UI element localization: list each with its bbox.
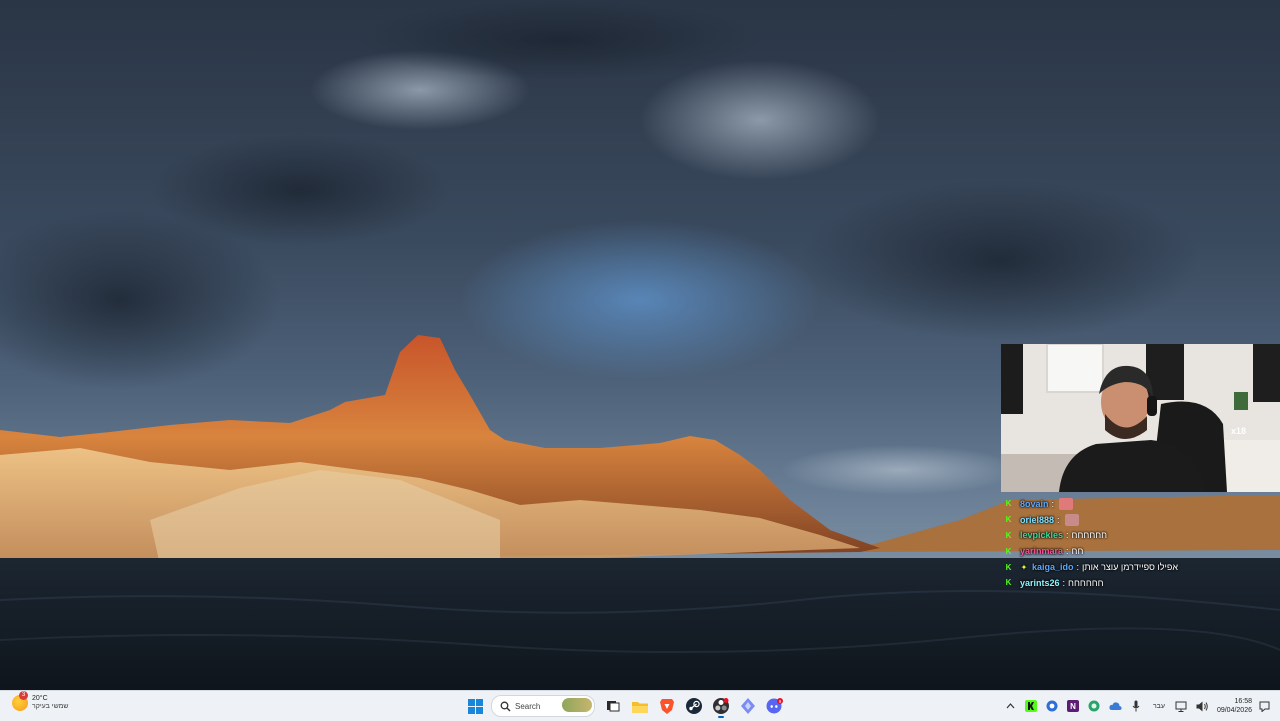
chat-username: yarinmara	[1020, 546, 1064, 557]
steam-icon	[685, 698, 702, 714]
weather-condition: שמשי בעיקר	[32, 703, 69, 710]
chat-message: K ✦ kaiga_ido : אפילו ספיידרמן עוצר אותן	[1003, 559, 1280, 575]
network-icon[interactable]	[1173, 698, 1189, 714]
shield-icon[interactable]	[1044, 698, 1060, 714]
clock-date: 09/04/2026	[1216, 707, 1252, 714]
search-icon	[499, 700, 511, 712]
svg-text:N: N	[1071, 702, 1077, 711]
chat-message: K yarinmara : חח	[1003, 543, 1280, 559]
chat-message: K 8ovain :	[1003, 496, 1280, 512]
chat-separator: :	[1076, 562, 1080, 573]
taskbar-app-brave[interactable]	[654, 694, 680, 718]
chat-text: אפילו ספיידרמן עוצר אותן	[1082, 562, 1178, 573]
notification-bell-icon[interactable]	[1258, 700, 1270, 712]
system-tray: N עבר 16:58 09/04/2026	[1000, 694, 1270, 718]
weather-text: 20°C שמשי בעיקר	[32, 695, 69, 711]
weather-badge: 3	[19, 691, 28, 700]
start-button[interactable]	[463, 694, 489, 718]
nvidia-icon[interactable]	[1086, 698, 1102, 714]
webcam-overlay: x18	[1001, 344, 1280, 492]
task-view-button[interactable]	[600, 694, 626, 718]
chat-separator: :	[1057, 514, 1060, 525]
search-highlight-image	[562, 698, 592, 712]
taskbar-app-file-explorer[interactable]	[627, 694, 653, 718]
emote-icon	[1059, 497, 1074, 510]
taskbar-app-obs[interactable]	[708, 694, 734, 718]
webcam-badge-text: x18	[1231, 426, 1246, 436]
clock[interactable]: 16:58 09/04/2026	[1217, 697, 1252, 715]
chat-username: 8ovain	[1020, 498, 1049, 509]
chat-username: levpickles	[1020, 530, 1064, 541]
search-box[interactable]: Search	[491, 695, 595, 717]
speaker-icon[interactable]	[1194, 698, 1210, 714]
kick-tray-icon[interactable]	[1023, 698, 1039, 714]
kick-badge-icon: K	[1005, 578, 1012, 588]
chat-text: חחחחחח	[1071, 530, 1108, 541]
obs-studio-icon	[712, 698, 729, 714]
kick-badge-icon: K	[1005, 562, 1012, 572]
sun-icon: 3	[12, 691, 28, 711]
chat-username: oriel888	[1020, 514, 1055, 525]
language-indicator[interactable]: עבר	[1153, 703, 1165, 710]
emote-icon	[1064, 513, 1079, 526]
brave-browser-icon	[659, 699, 674, 714]
chat-text: חחחחחח	[1068, 577, 1104, 588]
taskbar-app-discord[interactable]: 9	[762, 694, 788, 718]
search-placeholder: Search	[515, 701, 541, 711]
chat-username: kaiga_ido	[1032, 562, 1074, 573]
weather-temp: 20°C	[32, 695, 48, 702]
chat-text: חח	[1071, 546, 1084, 557]
chat-separator: :	[1051, 498, 1055, 509]
microphone-icon[interactable]	[1128, 698, 1144, 714]
taskbar: 3 20°C שמשי בעיקר Search 9 N עבר 16:58 0…	[0, 690, 1280, 721]
kick-badge-icon: K	[1005, 546, 1012, 556]
chat-username: yarints26	[1020, 577, 1060, 588]
chat-overlay: K 8ovain : K oriel888 : K levpickles : ח…	[1003, 496, 1280, 591]
taskbar-app-steam[interactable]	[681, 694, 707, 718]
weather-widget[interactable]: 3 20°C שמשי בעיקר	[12, 691, 69, 711]
chevron-up-icon[interactable]	[1002, 698, 1018, 714]
chat-message: K levpickles : חחחחחח	[1003, 528, 1280, 544]
notion-icon[interactable]: N	[1065, 698, 1081, 714]
chat-message: K yarints26 : חחחחחח	[1003, 575, 1280, 591]
app-icon	[740, 698, 755, 714]
chat-separator: :	[1066, 546, 1069, 557]
file-explorer-icon	[631, 701, 648, 713]
kick-badge-icon: K	[1005, 515, 1012, 525]
taskbar-app-generic[interactable]	[735, 694, 761, 718]
kick-badge-icon: K	[1005, 499, 1012, 509]
clock-time: 16:58	[1234, 698, 1252, 705]
windows-logo-icon	[468, 698, 483, 714]
chat-separator: :	[1066, 530, 1069, 541]
discord-icon: 9	[766, 698, 783, 714]
kick-badge-icon: K	[1005, 530, 1012, 540]
chat-message: K oriel888 :	[1003, 512, 1280, 528]
taskbar-center: Search 9	[462, 693, 788, 719]
task-view-icon	[606, 701, 619, 712]
cloud-icon[interactable]	[1107, 698, 1123, 714]
chat-separator: :	[1062, 577, 1066, 588]
sparkle-badge-icon: ✦	[1020, 562, 1028, 572]
